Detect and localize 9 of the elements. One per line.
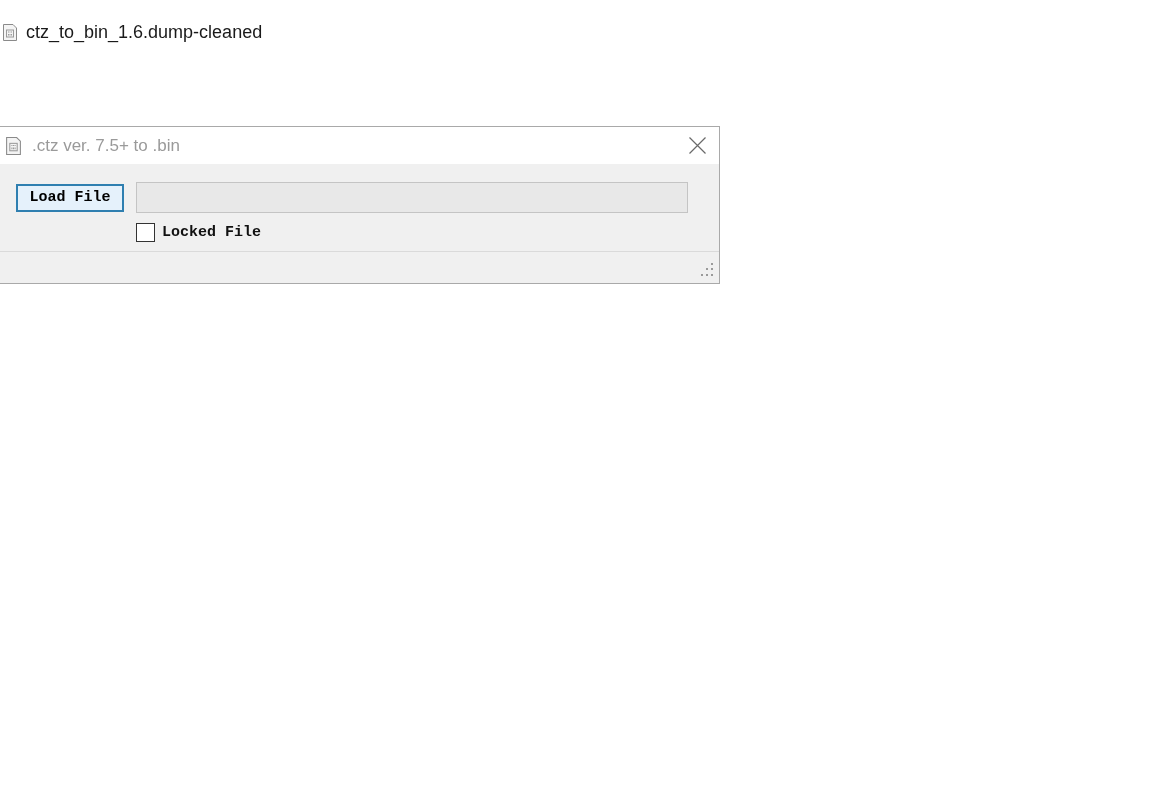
document-icon [3,23,17,41]
close-icon[interactable] [689,137,706,154]
locked-file-checkbox[interactable] [136,223,155,242]
file-name: ctz_to_bin_1.6.dump-cleaned [26,21,263,43]
resize-grip-icon[interactable] [700,263,714,277]
window-title: .ctz ver. 7.5+ to .bin [32,135,181,156]
load-file-button[interactable]: Load File [16,183,124,212]
locked-file-label: Locked File [162,224,262,241]
document-icon [6,136,21,155]
